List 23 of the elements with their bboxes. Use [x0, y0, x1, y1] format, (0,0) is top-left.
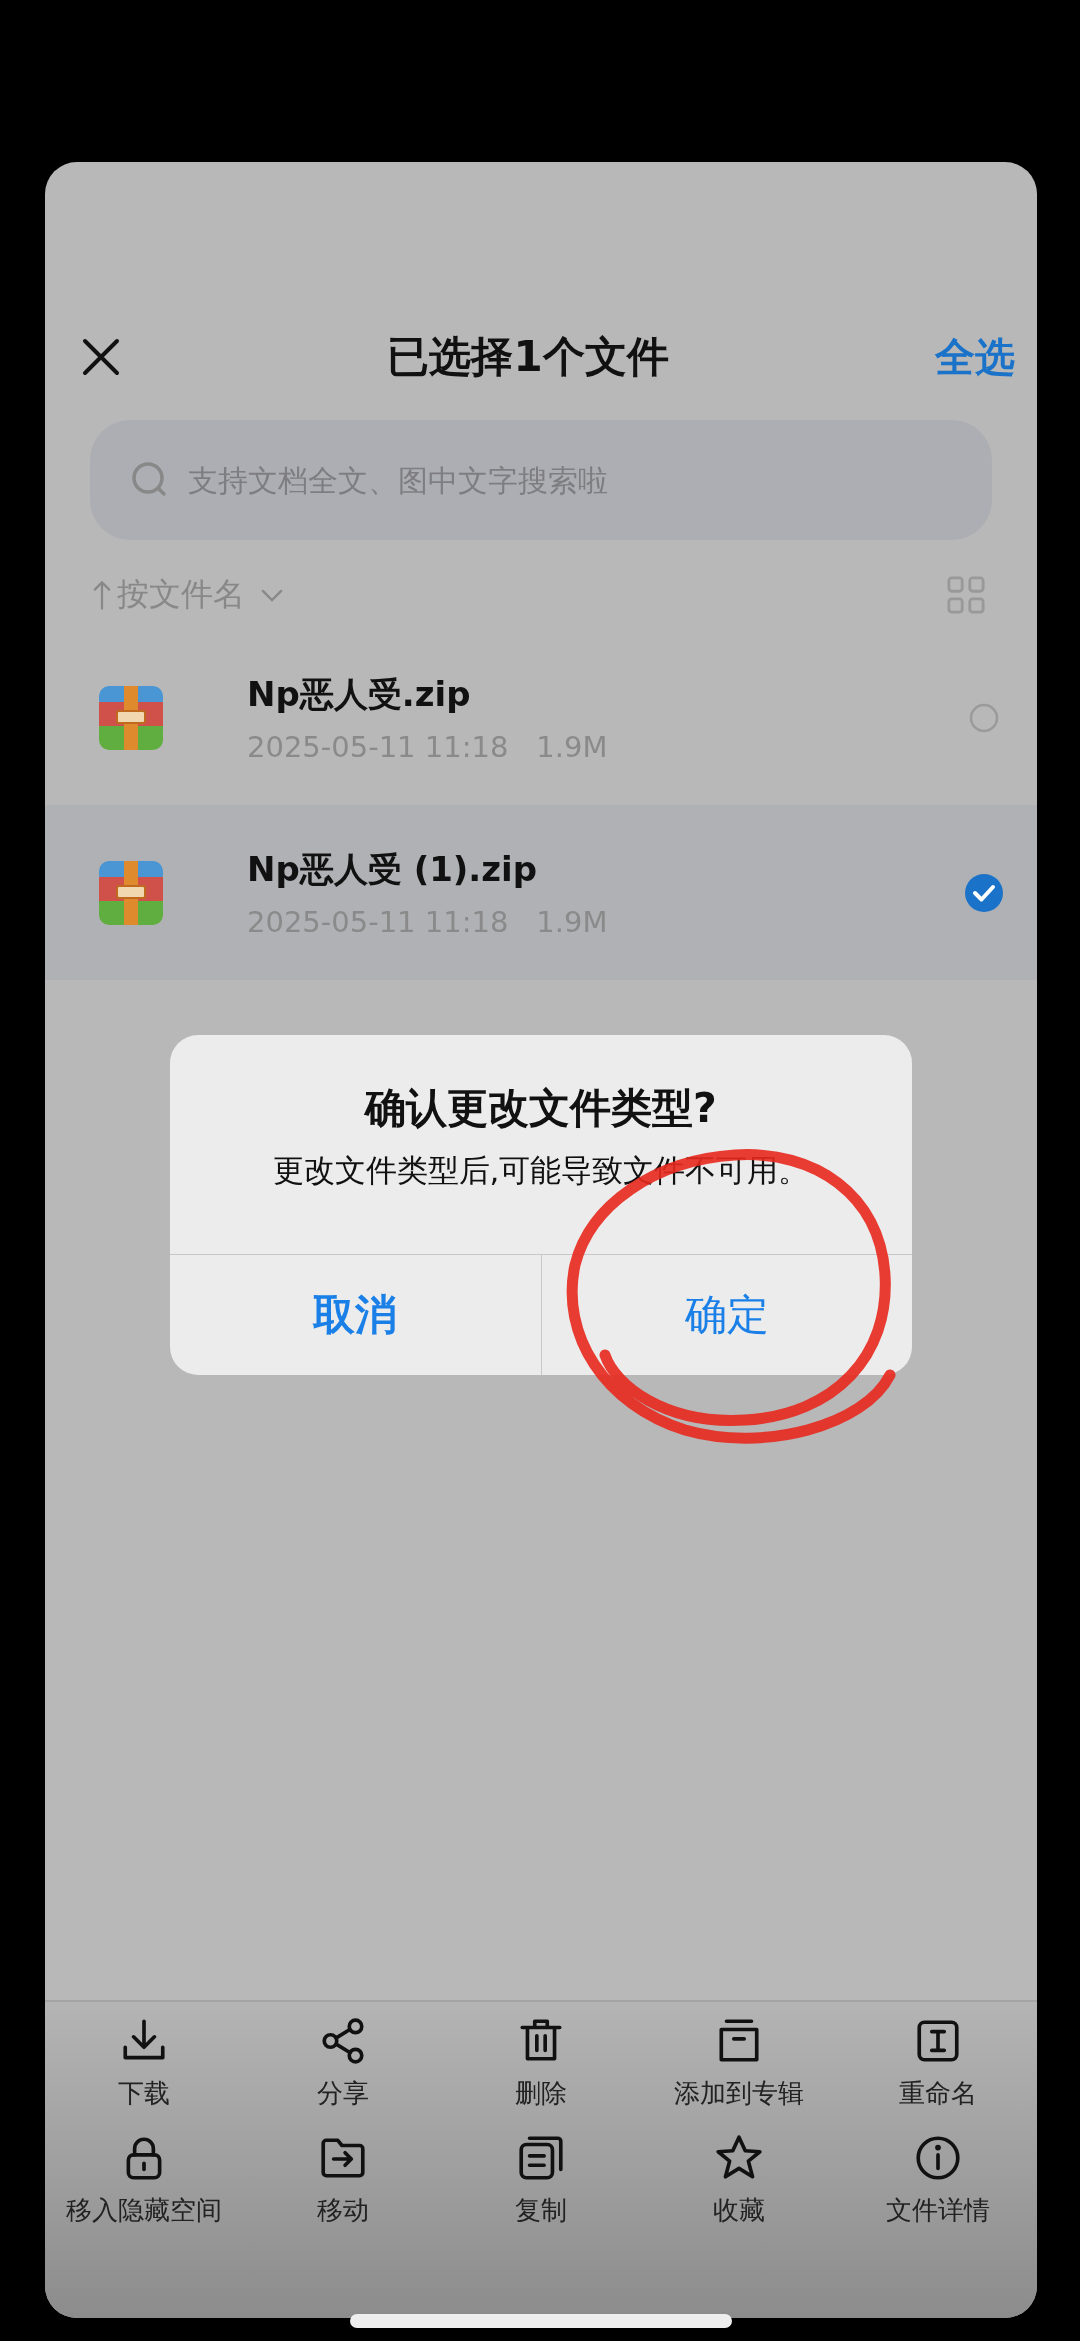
up-arrow-icon: [93, 579, 111, 611]
archive-icon: [99, 860, 163, 925]
toolbar-button[interactable]: 移入隐藏空间: [45, 2133, 244, 2228]
toolbar-button[interactable]: 添加到专辑: [640, 2016, 839, 2111]
cancel-button[interactable]: 取消: [170, 1255, 542, 1375]
toolbar-button[interactable]: 收藏: [640, 2133, 839, 2228]
checkmark-icon[interactable]: [964, 872, 1004, 913]
copy-icon: [516, 2133, 566, 2183]
toolbar-button[interactable]: 文件详情: [838, 2133, 1037, 2228]
toolbar-button[interactable]: 删除: [441, 2016, 641, 2111]
toolbar-button[interactable]: 复制: [441, 2133, 641, 2228]
toolbar-button[interactable]: 下载: [45, 2016, 244, 2111]
toolbar-button[interactable]: 移动: [243, 2133, 442, 2228]
toolbar-button[interactable]: 重命名: [838, 2016, 1037, 2111]
close-icon[interactable]: [81, 337, 121, 377]
confirm-button[interactable]: 确定: [541, 1255, 912, 1375]
file-name: Np恶人受 (1).zip: [247, 847, 539, 891]
toolbar-button[interactable]: 分享: [243, 2016, 442, 2111]
file-name: Np恶人受.zip: [247, 672, 472, 716]
archive-icon: [99, 685, 163, 750]
chevron-down-icon: [261, 588, 283, 602]
header-title: 已选择1个文件: [386, 331, 670, 383]
dialog-title: 确认更改文件类型?: [365, 1083, 717, 1134]
